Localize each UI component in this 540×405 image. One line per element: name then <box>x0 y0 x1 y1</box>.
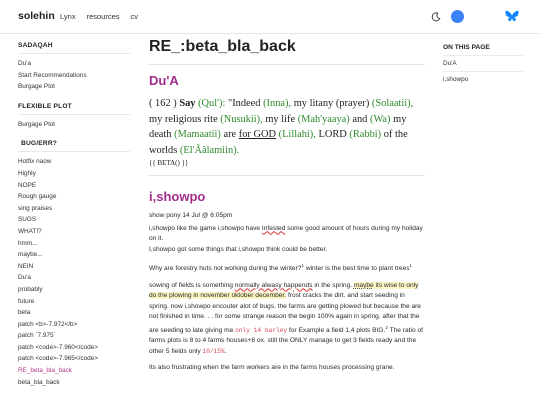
verse-term: (El'Ãâlamiin). <box>179 144 240 156</box>
sidebar-item[interactable]: patch <code>-7.965</code> <box>18 353 130 365</box>
post-paragraph: Its also frustrating when the farm worke… <box>149 364 395 372</box>
verse-text: my litany (prayer) <box>293 98 370 109</box>
sidebar-item[interactable]: WHAT!? <box>18 226 130 238</box>
verse-term: (Lillahi), <box>278 129 316 140</box>
table-of-contents: ON THIS PAGE Du'A i,showpo <box>443 44 523 87</box>
sidebar-item-burgage-plot[interactable]: Burgage Plot <box>18 119 130 131</box>
verse-term: (Inna), <box>263 98 292 109</box>
toc-item-dua[interactable]: Du'A <box>443 55 523 71</box>
sidebar-item[interactable]: patch <code>-7.960</code> <box>18 342 130 354</box>
toc-heading: ON THIS PAGE <box>443 44 490 51</box>
verse-text: my religious rite <box>149 113 218 125</box>
site-brand[interactable]: solehin <box>18 10 55 22</box>
nav-link-lynx[interactable]: Lynx <box>60 12 76 21</box>
text: I,showpo got some things that i,showpo t… <box>149 245 328 253</box>
post-body: show pony 14 Jul @ 6:05pm i,showpo like … <box>149 211 425 374</box>
verse-text: and <box>352 113 368 125</box>
text: winter is the best time to plant trees <box>305 265 410 273</box>
left-sidebar: SADAQAH Du'a Start Recommendations Burga… <box>18 42 130 398</box>
sidebar-item[interactable]: patch <b>-7.972</b> <box>18 319 130 331</box>
divider <box>149 175 425 176</box>
sidebar-item[interactable]: NEIN <box>18 261 130 273</box>
sidebar-group-title: FLEXIBLE PLOT <box>18 103 130 115</box>
sidebar-group-title: SADAQAH <box>18 42 130 54</box>
verse-number: ( 162 ) <box>149 98 177 109</box>
sidebar-item-active[interactable]: RE_beta_bla_back <box>18 365 130 377</box>
section-heading-ishowpo: i,showpo <box>149 189 206 204</box>
sidebar-item[interactable]: hmm... <box>18 238 130 250</box>
top-navbar: solehin Lynx resources cv <box>0 0 540 34</box>
text: i,showpo like the game i,showpo have <box>149 224 261 232</box>
verse-term: (Solaatii), <box>371 98 414 109</box>
footnote-ref[interactable]: 2 <box>385 325 388 330</box>
text: for Example a field 1,4 plots BIG. <box>288 326 386 334</box>
moon-icon[interactable] <box>431 12 441 22</box>
misspelled-word: Infested <box>261 224 286 232</box>
divider <box>149 64 425 65</box>
post-paragraph: Why are forestry huts not working during… <box>149 261 425 275</box>
sidebar-item[interactable]: Rough gauge <box>18 191 130 203</box>
sidebar-item[interactable]: beta <box>18 307 130 319</box>
sidebar-item[interactable]: probably <box>18 284 130 296</box>
sidebar-item[interactable]: SUGS <box>18 214 130 226</box>
verse-term: (Wa) <box>370 113 391 125</box>
sidebar-item[interactable]: patch `7.975` <box>18 330 130 342</box>
verse-term: (Rabbi) <box>349 129 382 140</box>
sidebar-item[interactable]: beta_bla_back <box>18 377 130 389</box>
misspelled-word: normally alwasy happends <box>234 281 313 289</box>
main-content: RE_:beta_bla_back Du'A ( 162 ) Say (Qul'… <box>149 38 425 380</box>
verse-reference: {{ BETA() }} <box>149 159 189 167</box>
nav-links: Lynx resources cv <box>60 12 138 21</box>
sidebar-item-start-recommendations[interactable]: Start Recommendations <box>18 70 130 82</box>
nav-link-resources[interactable]: resources <box>87 12 120 21</box>
toc-item-ishowpo[interactable]: i,showpo <box>443 71 523 87</box>
nav-link-cv[interactable]: cv <box>131 12 139 21</box>
inline-code: 10/15% <box>202 347 225 355</box>
text: maybe <box>353 281 374 289</box>
post-paragraph: i,showpo like the game i,showpo have Inf… <box>149 224 425 256</box>
sidebar-item[interactable]: maybe... <box>18 249 130 261</box>
sidebar-item[interactable]: Highly <box>18 168 130 180</box>
verse-link[interactable]: for GOD <box>239 129 276 140</box>
sidebar-item[interactable]: future <box>18 296 130 308</box>
text: . <box>224 347 227 355</box>
sidebar-group-title: BUG/ERR? <box>18 140 130 153</box>
text: sowing of fields is something <box>149 281 233 289</box>
verse-say: Say <box>179 98 196 109</box>
verse-text: are <box>223 129 237 140</box>
verse-term: (Mah'yaaya) <box>297 113 350 125</box>
inline-code: only 14 barley <box>235 326 288 334</box>
verse-term: (Nusukii), <box>220 113 263 125</box>
sidebar-item[interactable]: NOPE <box>18 180 130 192</box>
sidebar-item-dua[interactable]: Du'a <box>18 58 130 70</box>
text: in the spring. <box>314 281 353 289</box>
verse-text: LORD <box>318 129 347 140</box>
verse-term: (Qul'): <box>198 98 226 109</box>
verse-text: "Indeed <box>227 98 261 109</box>
sidebar-item-burgage-plot[interactable]: Burgage Plot <box>18 81 130 93</box>
footnote-ref[interactable]: 1 <box>410 263 413 268</box>
footnote-ref[interactable]: 1 <box>301 263 304 268</box>
sidebar-item[interactable]: Du'a <box>18 272 130 284</box>
verse-text: my life <box>265 113 296 125</box>
sidebar-group-sadaqah: SADAQAH Du'a Start Recommendations Burga… <box>18 42 130 93</box>
post-paragraph: sowing of fields is something normally a… <box>149 281 425 358</box>
sidebar-group-flexible-plot: FLEXIBLE PLOT Burgage Plot <box>18 103 130 131</box>
text: Why are forestry huts not working during… <box>149 265 302 273</box>
verse-block: ( 162 ) Say (Qul'): "Indeed (Inna), my l… <box>149 96 425 168</box>
post-meta: show pony 14 Jul @ 6:05pm <box>149 212 233 219</box>
sidebar-group-bug-err: BUG/ERR? Hotfix naow Highly NOPE Rough g… <box>18 140 130 388</box>
page-title: RE_:beta_bla_back <box>149 38 296 55</box>
butterfly-icon[interactable] <box>505 10 519 23</box>
theme-toggle-button[interactable] <box>451 10 464 23</box>
section-heading-dua: Du'A <box>149 73 179 88</box>
verse-term: (Mamaatii) <box>174 129 221 140</box>
sidebar-item[interactable]: Hotfix naow <box>18 156 130 168</box>
sidebar-item[interactable]: sing praises <box>18 203 130 215</box>
